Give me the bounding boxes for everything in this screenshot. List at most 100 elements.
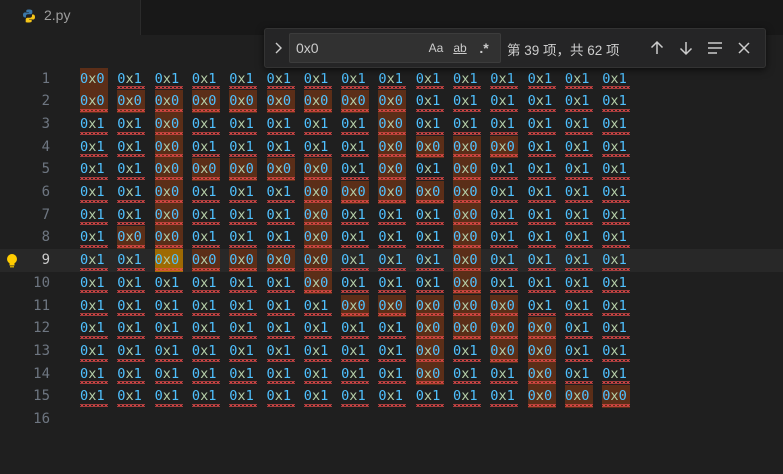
- hex-digit: 1: [469, 115, 478, 132]
- hex-literal: 0x1: [303, 340, 332, 363]
- hex-digit: 1: [543, 161, 553, 178]
- code-line[interactable]: 3 0x1 0x1 0x0 0x1 0x1 0x1 0x1 0x1 0x0 0x1 0x1 0x1 0x1…: [0, 112, 783, 136]
- hex-digit: 1: [282, 342, 292, 359]
- find-input[interactable]: [296, 34, 416, 62]
- hex-digit: 1: [357, 252, 366, 269]
- hex-digit: 0: [170, 93, 180, 110]
- find-in-selection-icon[interactable]: [705, 38, 725, 58]
- hex-digit: 1: [96, 252, 105, 269]
- editor-tab-2py[interactable]: 2.py: [0, 0, 141, 35]
- error-squiggle: [527, 199, 556, 203]
- hex-x: x: [125, 184, 134, 200]
- error-squiggle: [378, 131, 407, 135]
- hex-digit: 0: [320, 93, 329, 110]
- hex-literal: 0x1: [229, 340, 258, 363]
- error-squiggle: [564, 403, 593, 407]
- hex-zero: 0: [378, 252, 387, 269]
- hex-x: x: [535, 229, 544, 246]
- search-match: 0x0: [154, 90, 183, 113]
- hex-x: x: [535, 70, 544, 87]
- code-line[interactable]: 9 0x1 0x1 0x0 0x0 0x0 0x0 0x0 0x1 0x1 0x1 0x0 0x1 0x1…: [0, 249, 783, 272]
- code-line[interactable]: 6 0x1 0x1 0x0 0x1 0x1 0x1 0x0 0x0 0x0 0x0 0x0 0x1 0x1…: [0, 181, 783, 204]
- hex-x: x: [423, 70, 433, 87]
- error-squiggle: [453, 86, 481, 90]
- error-squiggle: [415, 403, 444, 407]
- search-match: 0x0: [303, 158, 332, 181]
- hex-digit: 0: [170, 184, 180, 200]
- code-line[interactable]: 7 0x1 0x1 0x0 0x1 0x1 0x1 0x0 0x1 0x1 0x1 0x0 0x1 0x1…: [0, 203, 783, 227]
- hex-digit: 1: [208, 184, 217, 200]
- hex-x: x: [237, 206, 246, 223]
- error-squiggle: [341, 154, 370, 158]
- hex-literal: 0x1: [602, 113, 631, 136]
- hex-x: x: [125, 388, 134, 405]
- hex-zero: 0: [266, 115, 275, 132]
- hex-x: x: [423, 388, 433, 405]
- hex-digit: 1: [394, 388, 403, 405]
- match-case-toggle[interactable]: Aa: [426, 38, 446, 58]
- error-squiggle: [266, 381, 295, 385]
- code-line[interactable]: 11 0x1 0x1 0x1 0x1 0x1 0x1 0x1 0x0 0x0 0x0 0x0 0x0 0x…: [0, 294, 783, 318]
- error-squiggle: [191, 154, 220, 158]
- hex-zero: 0: [266, 138, 275, 155]
- error-squiggle: [191, 358, 220, 362]
- code-line[interactable]: 10 0x1 0x1 0x1 0x1 0x1 0x1 0x0 0x1 0x1 0x1 0x0 0x1 0x…: [0, 271, 783, 295]
- regex-toggle[interactable]: .*: [474, 38, 494, 58]
- hex-literal: 0x1: [490, 113, 519, 136]
- code-line[interactable]: 13 0x1 0x1 0x1 0x1 0x1 0x1 0x1 0x1 0x1 0x0 0x1 0x0 0x…: [0, 339, 783, 363]
- hex-zero: 0: [80, 184, 89, 200]
- error-squiggle: [191, 313, 220, 317]
- close-icon[interactable]: [734, 38, 754, 58]
- code-line[interactable]: 16: [0, 408, 783, 431]
- code-editor[interactable]: 1 0x0 0x1 0x1 0x1 0x1 0x1 0x1 0x1 0x1 0x1 0x1 0x1 0x1…: [0, 35, 783, 474]
- code-line[interactable]: 4 0x1 0x1 0x0 0x1 0x1 0x1 0x1 0x1 0x0 0x0 0x0 0x0 0x1…: [0, 135, 783, 159]
- hex-digit: 0: [506, 138, 515, 155]
- error-squiggle: [154, 403, 183, 407]
- hex-x: x: [311, 184, 321, 200]
- error-squiggle: [527, 358, 556, 362]
- arrow-up-icon[interactable]: [647, 38, 667, 58]
- code-line[interactable]: 15 0x1 0x1 0x1 0x1 0x1 0x1 0x1 0x1 0x1 0x1 0x1 0x1 0x…: [0, 385, 783, 408]
- hex-zero: 0: [154, 388, 163, 405]
- code-line[interactable]: 8 0x1 0x0 0x0 0x1 0x1 0x1 0x0 0x1 0x1 0x1 0x0 0x1 0x1…: [0, 226, 783, 250]
- arrow-down-icon[interactable]: [676, 38, 696, 58]
- error-squiggle: [341, 131, 370, 135]
- hex-digit: 1: [282, 320, 292, 337]
- whole-word-toggle[interactable]: ab: [450, 38, 470, 58]
- code-line[interactable]: 5 0x1 0x1 0x0 0x0 0x0 0x0 0x0 0x1 0x0 0x1 0x0 0x1 0x1…: [0, 158, 783, 181]
- hex-digit: 1: [282, 138, 292, 155]
- hex-zero: 0: [378, 138, 387, 155]
- hex-digit: 0: [618, 388, 627, 405]
- hex-literal: 0x1: [490, 204, 519, 227]
- code-line[interactable]: 14 0x1 0x1 0x1 0x1 0x1 0x1 0x1 0x1 0x1 0x0 0x1 0x1 0x…: [0, 362, 783, 386]
- hex-literal: 0x1: [378, 68, 407, 91]
- hex-literal: 0x1: [527, 272, 556, 295]
- search-match: 0x0: [453, 203, 481, 227]
- hex-x: x: [162, 252, 171, 269]
- hex-digit: 0: [394, 115, 403, 132]
- error-squiggle: [415, 358, 444, 362]
- hex-x: x: [125, 229, 134, 246]
- error-squiggle: [453, 381, 481, 385]
- error-squiggle: [490, 290, 519, 294]
- hex-digit: 1: [469, 342, 478, 359]
- hex-zero: 0: [80, 115, 89, 132]
- hex-x: x: [386, 115, 395, 132]
- search-match: 0x0: [378, 135, 407, 159]
- hex-literal: 0x1: [490, 68, 519, 91]
- hex-digit: 1: [133, 297, 142, 314]
- hex-digit: 1: [543, 252, 553, 269]
- search-match: 0x0: [229, 158, 258, 181]
- code-line[interactable]: 1 0x0 0x1 0x1 0x1 0x1 0x1 0x1 0x1 0x1 0x1 0x1 0x1 0x1…: [0, 67, 783, 91]
- hex-zero: 0: [415, 297, 424, 314]
- code-line[interactable]: 12 0x1 0x1 0x1 0x1 0x1 0x1 0x1 0x1 0x1 0x0 0x0 0x0 0x…: [0, 317, 783, 340]
- error-squiggle: [229, 381, 258, 385]
- chevron-right-icon[interactable]: [271, 39, 287, 57]
- code-line[interactable]: 2 0x0 0x0 0x0 0x0 0x0 0x0 0x0 0x0 0x0 0x1 0x1 0x1 0x1…: [0, 90, 783, 113]
- hex-zero: 0: [378, 115, 387, 132]
- hex-zero: 0: [80, 297, 89, 314]
- hex-digit: 1: [543, 115, 553, 132]
- search-match: 0x0: [303, 226, 332, 250]
- hex-digit: 1: [208, 365, 217, 382]
- hex-literal: 0x1: [154, 363, 183, 386]
